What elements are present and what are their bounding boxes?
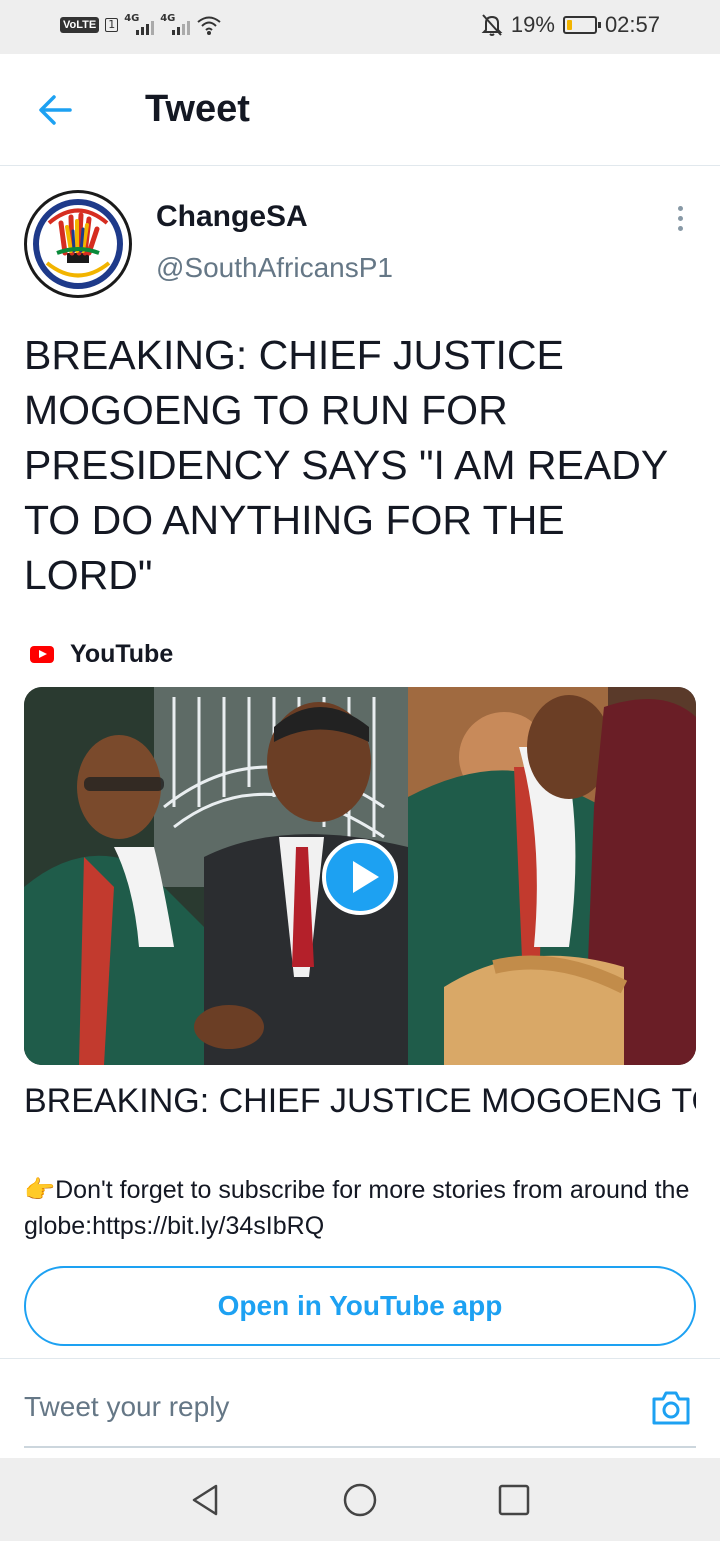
avatar[interactable] <box>24 190 132 298</box>
author-handle[interactable]: @SouthAfricansP1 <box>156 252 393 284</box>
battery-fill <box>566 20 572 30</box>
square-recents-icon[interactable] <box>496 1482 532 1518</box>
status-bar: VoLTE 1 4G 4G 19% 02:57 <box>0 0 720 54</box>
author-name[interactable]: ChangeSA <box>156 200 308 234</box>
bell-off-icon <box>481 14 503 36</box>
triangle-back-icon[interactable] <box>188 1482 224 1518</box>
page-title: Tweet <box>145 88 250 130</box>
clock: 02:57 <box>604 12 660 37</box>
volte-indicator: VoLTE <box>60 17 100 33</box>
network-type-label: 4G <box>160 13 176 24</box>
card-source: YouTube <box>30 640 173 669</box>
reply-input[interactable]: Tweet your reply <box>24 1391 229 1423</box>
wifi-icon <box>197 16 221 35</box>
reply-underline <box>24 1446 696 1448</box>
status-right: 19% 02:57 <box>481 12 660 38</box>
more-vertical-icon[interactable] <box>672 206 688 240</box>
youtube-icon <box>30 646 54 663</box>
logo-icon <box>33 199 123 289</box>
battery-icon <box>562 16 601 34</box>
circle-home-icon[interactable] <box>342 1482 378 1518</box>
arrow-left-icon[interactable] <box>36 90 76 130</box>
card-source-name: YouTube <box>70 640 174 668</box>
battery-percent: 19% <box>510 12 555 37</box>
network-type-label: 4G <box>124 13 140 24</box>
card-description: 👉Don't forget to subscribe for more stor… <box>24 1176 690 1240</box>
open-in-youtube-button[interactable]: Open in YouTube app <box>24 1266 696 1346</box>
play-icon[interactable] <box>322 839 398 915</box>
reply-bar: Tweet your reply <box>0 1358 720 1458</box>
card-title[interactable]: BREAKING: CHIEF JUSTICE MOGOENG TO RUN F… <box>24 1080 696 1122</box>
tweet-text: BREAKING: CHIEF JUSTICE MOGOENG TO RUN F… <box>24 332 668 598</box>
status-left: VoLTE 1 4G 4G <box>60 13 222 36</box>
signal-icon: 4G <box>124 13 155 35</box>
system-nav-bar <box>0 1458 720 1541</box>
camera-icon[interactable] <box>650 1387 692 1429</box>
sim-indicator: 1 <box>105 18 119 32</box>
signal-icon: 4G <box>160 13 191 35</box>
app-header: Tweet <box>0 54 720 166</box>
